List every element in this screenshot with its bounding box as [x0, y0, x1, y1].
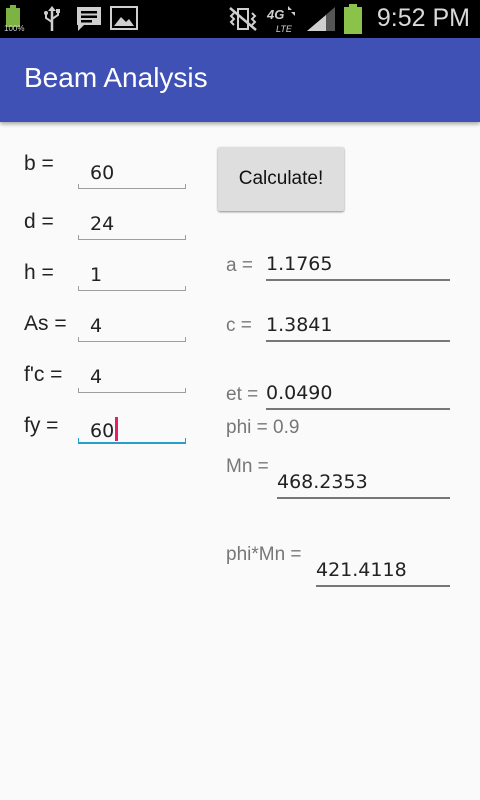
result-a-value: 1.1765 — [266, 253, 333, 275]
input-h-value: 1 — [90, 264, 103, 286]
result-phi: phi = 0.9 — [226, 417, 300, 438]
label-b: b = — [24, 152, 54, 175]
network-4g-lte-icon: 4G LTE — [266, 6, 295, 34]
message-icon — [77, 7, 101, 31]
input-underline-focused — [78, 438, 186, 444]
result-underline — [266, 279, 450, 281]
svg-text:4G: 4G — [266, 7, 284, 22]
result-et-field: 0.0490 — [266, 380, 450, 410]
input-fc-value: 4 — [90, 366, 103, 388]
app-title: Beam Analysis — [24, 62, 208, 93]
result-a-field: 1.1765 — [266, 251, 450, 281]
input-as[interactable]: 4 — [78, 312, 186, 342]
input-underline — [78, 184, 186, 189]
input-as-value: 4 — [90, 315, 103, 337]
input-fy-value: 60 — [90, 420, 115, 442]
input-fy[interactable]: 60 — [78, 414, 186, 444]
input-fc[interactable]: 4 — [78, 363, 186, 393]
result-phimn-value: 421.4118 — [316, 559, 407, 581]
input-underline — [78, 286, 186, 291]
svg-text:LTE: LTE — [276, 24, 293, 34]
result-et-value: 0.0490 — [266, 382, 333, 404]
status-time: 9:52 PM — [376, 4, 470, 32]
input-fy-value-wrap: 60 — [90, 417, 119, 442]
input-underline — [78, 235, 186, 240]
input-h[interactable]: 1 — [78, 261, 186, 291]
usb-icon — [44, 6, 60, 31]
result-mn-field: 468.2353 — [277, 469, 450, 499]
input-underline — [78, 337, 186, 342]
result-c-value: 1.3841 — [266, 314, 333, 336]
input-underline — [78, 388, 186, 393]
label-as: As = — [24, 312, 67, 335]
text-cursor — [115, 417, 119, 441]
app-bar: Beam Analysis — [0, 38, 480, 122]
result-phimn-field: 421.4118 — [316, 557, 450, 587]
result-mn-label: Mn = — [226, 456, 269, 477]
result-phimn-label: phi*Mn = — [226, 544, 302, 565]
battery-percent: 100% — [4, 24, 25, 33]
image-icon — [110, 6, 138, 30]
calculate-button[interactable]: Calculate! — [218, 147, 344, 211]
battery-charging-icon — [344, 4, 362, 34]
input-d-value: 24 — [90, 213, 115, 235]
status-bar: 100% 4G LTE 9:52 PM — [0, 0, 480, 38]
result-underline — [277, 497, 450, 499]
input-b-value: 60 — [90, 162, 115, 184]
result-a-label: a = — [226, 255, 253, 276]
result-underline — [266, 408, 450, 410]
label-fy: fy = — [24, 414, 59, 437]
vibrate-mute-icon — [229, 7, 257, 31]
result-mn-value: 468.2353 — [277, 471, 368, 493]
signal-strength-icon — [307, 7, 335, 31]
result-underline — [266, 340, 450, 342]
label-h: h = — [24, 261, 54, 284]
result-underline — [316, 585, 450, 587]
result-c-field: 1.3841 — [266, 312, 450, 342]
result-c-label: c = — [226, 315, 252, 336]
input-d[interactable]: 24 — [78, 210, 186, 240]
label-d: d = — [24, 210, 54, 233]
input-b[interactable]: 60 — [78, 159, 186, 189]
result-et-label: et = — [226, 384, 259, 405]
label-fc: f'c = — [24, 363, 63, 386]
